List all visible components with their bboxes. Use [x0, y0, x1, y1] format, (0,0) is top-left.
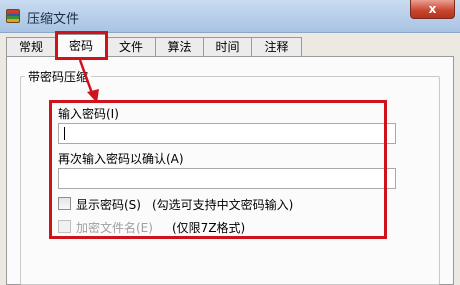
tab-time[interactable]: 时间 — [203, 37, 252, 56]
confirm-password-input[interactable] — [58, 168, 396, 189]
show-password-hint: (勾选可支持中文密码输入) — [152, 198, 294, 212]
encrypt-filenames-checkbox — [58, 220, 71, 233]
group-title: 带密码压缩 — [25, 68, 92, 85]
password-input[interactable] — [58, 123, 396, 144]
window-title: 压缩文件 — [27, 12, 80, 27]
password-label: 输入密码(I) — [58, 107, 119, 121]
title-bar[interactable]: 压缩文件 x — [0, 0, 460, 33]
show-password-label[interactable]: 显示密码(S) — [76, 196, 141, 213]
confirm-password-label: 再次输入密码以确认(A) — [58, 152, 184, 166]
compress-dialog: 压缩文件 x 常规 密码 文件 算法 时间 注释 带密码压缩 输入密码(I) 再… — [0, 0, 460, 285]
tab-comment[interactable]: 注释 — [251, 37, 302, 56]
tab-algorithm[interactable]: 算法 — [155, 37, 204, 56]
winrar-archive-icon — [6, 9, 20, 23]
tab-general[interactable]: 常规 — [6, 37, 56, 56]
tab-password[interactable]: 密码 — [55, 34, 107, 58]
tab-files[interactable]: 文件 — [106, 37, 156, 56]
close-button[interactable]: x — [410, 0, 455, 19]
show-password-checkbox[interactable] — [58, 197, 71, 210]
text-caret — [64, 127, 65, 140]
encrypt-filenames-hint: (仅限7Z格式) — [172, 221, 246, 235]
encrypt-filenames-label: 加密文件名(E) — [76, 221, 153, 235]
